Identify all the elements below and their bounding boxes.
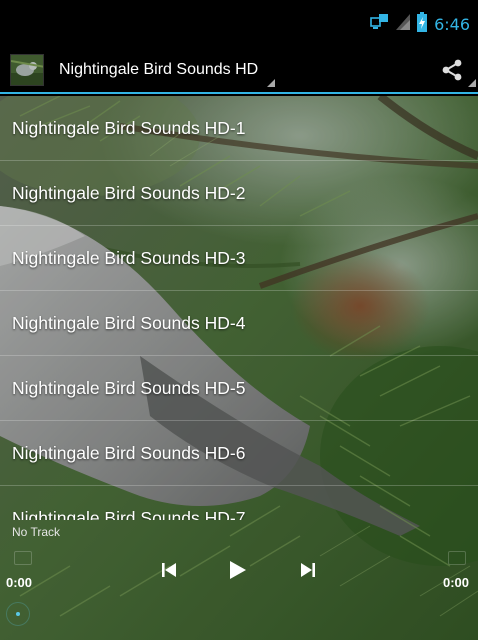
next-icon[interactable] [293, 555, 323, 585]
share-icon[interactable] [440, 58, 464, 82]
previous-icon[interactable] [154, 555, 184, 585]
action-bar: Nightingale Bird Sounds HD [0, 46, 478, 94]
play-icon[interactable] [222, 555, 252, 585]
total-duration: 0:00 [442, 575, 469, 590]
track-list: Nightingale Bird Sounds HD-1 Nightingale… [0, 96, 478, 520]
app-thumbnail-icon[interactable] [10, 54, 44, 86]
status-bar: 6:46 [0, 0, 478, 46]
list-item[interactable]: Nightingale Bird Sounds HD-1 [0, 96, 478, 161]
network-sync-icon [370, 12, 390, 37]
list-item[interactable]: Nightingale Bird Sounds HD-7 [0, 486, 478, 521]
app-title[interactable]: Nightingale Bird Sounds HD [59, 61, 258, 79]
content-area: Nightingale Bird Sounds HD-1 Nightingale… [0, 96, 478, 640]
list-item[interactable]: Nightingale Bird Sounds HD-4 [0, 291, 478, 356]
elapsed-time: 0:00 [6, 575, 33, 590]
signal-icon [396, 14, 411, 35]
list-item[interactable]: Nightingale Bird Sounds HD-5 [0, 356, 478, 421]
seek-bar-thumb[interactable] [6, 602, 30, 626]
list-item[interactable]: Nightingale Bird Sounds HD-6 [0, 421, 478, 486]
shuffle-icon[interactable] [448, 551, 466, 565]
list-item[interactable]: Nightingale Bird Sounds HD-3 [0, 226, 478, 291]
title-dropdown-indicator [267, 79, 275, 87]
share-menu-indicator [468, 79, 476, 87]
list-item[interactable]: Nightingale Bird Sounds HD-2 [0, 161, 478, 226]
now-playing-status: No Track [12, 525, 61, 539]
media-player: No Track 0:00 0:00 [0, 520, 478, 640]
status-time: 6:46 [434, 15, 470, 34]
status-icons: 6:46 [370, 12, 470, 37]
repeat-icon[interactable] [14, 551, 32, 565]
battery-charging-icon [416, 12, 428, 37]
